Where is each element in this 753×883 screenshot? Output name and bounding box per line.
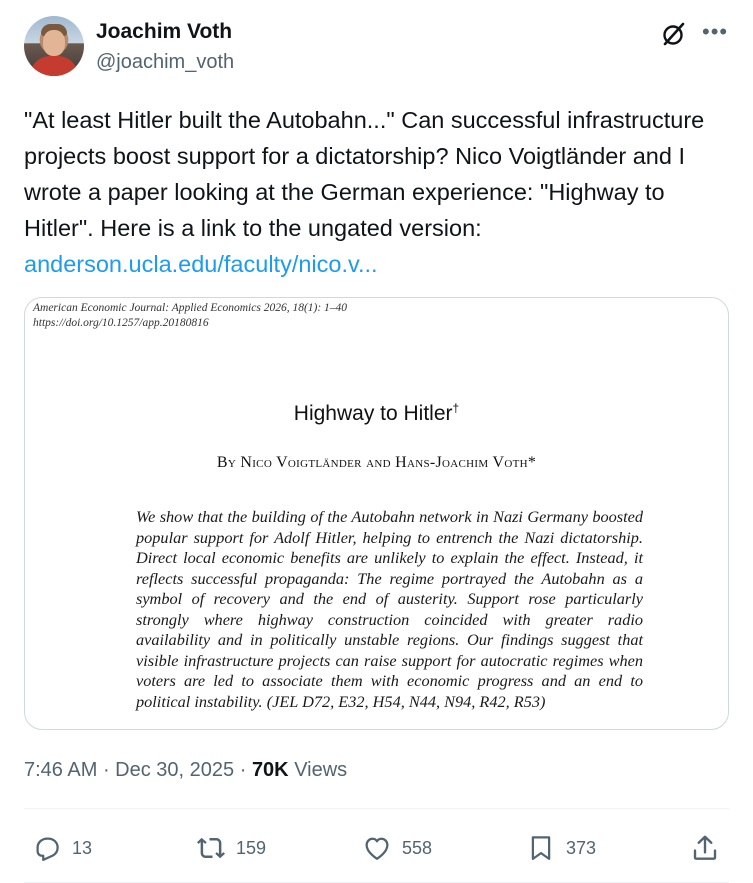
- like-button[interactable]: 558: [362, 830, 432, 866]
- bookmark-button[interactable]: 373: [526, 830, 596, 866]
- share-icon: [693, 835, 717, 860]
- tweet-time[interactable]: 7:46 AM: [24, 759, 97, 781]
- reply-count: 13: [72, 837, 93, 858]
- views-label: Views: [288, 759, 348, 781]
- repost-button[interactable]: 159: [196, 830, 266, 866]
- avatar-face: [43, 30, 65, 56]
- tweet-meta: 7:46 AM · Dec 30, 2025 · 70K Views: [24, 759, 347, 782]
- tweet-link[interactable]: anderson.ucla.edu/faculty/nico.v...: [24, 251, 378, 277]
- meta-separator-2: ·: [234, 759, 252, 781]
- paper-title-text: Highway to Hitler: [293, 402, 453, 425]
- paper-image-card[interactable]: American Economic Journal: Applied Econo…: [24, 297, 729, 730]
- divider-top: [24, 808, 729, 809]
- paper-title: Highway to Hitler†: [25, 401, 728, 426]
- author-handle[interactable]: @joachim_voth: [96, 51, 234, 74]
- views-count: 70K: [251, 759, 289, 781]
- meta-separator-1: ·: [97, 759, 116, 781]
- avatar[interactable]: [24, 16, 84, 76]
- avatar-shirt: [30, 56, 78, 76]
- paper-title-mark: †: [452, 401, 460, 415]
- reply-button[interactable]: 13: [32, 830, 92, 866]
- author-display-name[interactable]: Joachim Voth: [96, 20, 232, 44]
- repost-count: 159: [236, 837, 267, 858]
- bookmark-icon: [531, 836, 551, 860]
- tweet-text: "At least Hitler built the Autobahn..." …: [24, 102, 724, 282]
- paper-journal: American Economic Journal: Applied Econo…: [33, 302, 348, 314]
- heart-icon: [365, 837, 389, 860]
- tweet-date[interactable]: Dec 30, 2025: [115, 759, 234, 781]
- like-count: 558: [402, 837, 433, 858]
- paper-abstract: We show that the building of the Autobah…: [136, 507, 643, 711]
- more-icon[interactable]: •••: [702, 21, 728, 43]
- tweet-body: "At least Hitler built the Autobahn..." …: [24, 107, 705, 241]
- paper-doi: https://doi.org/10.1257/app.20180816: [33, 317, 209, 329]
- grok-icon[interactable]: [660, 20, 688, 48]
- repost-icon: [197, 837, 225, 859]
- share-button[interactable]: [690, 830, 720, 866]
- reply-icon: [36, 837, 59, 861]
- bookmark-count: 373: [566, 837, 597, 858]
- paper-authors: By Nico Voigtländer and Hans-Joachim Vot…: [216, 454, 537, 471]
